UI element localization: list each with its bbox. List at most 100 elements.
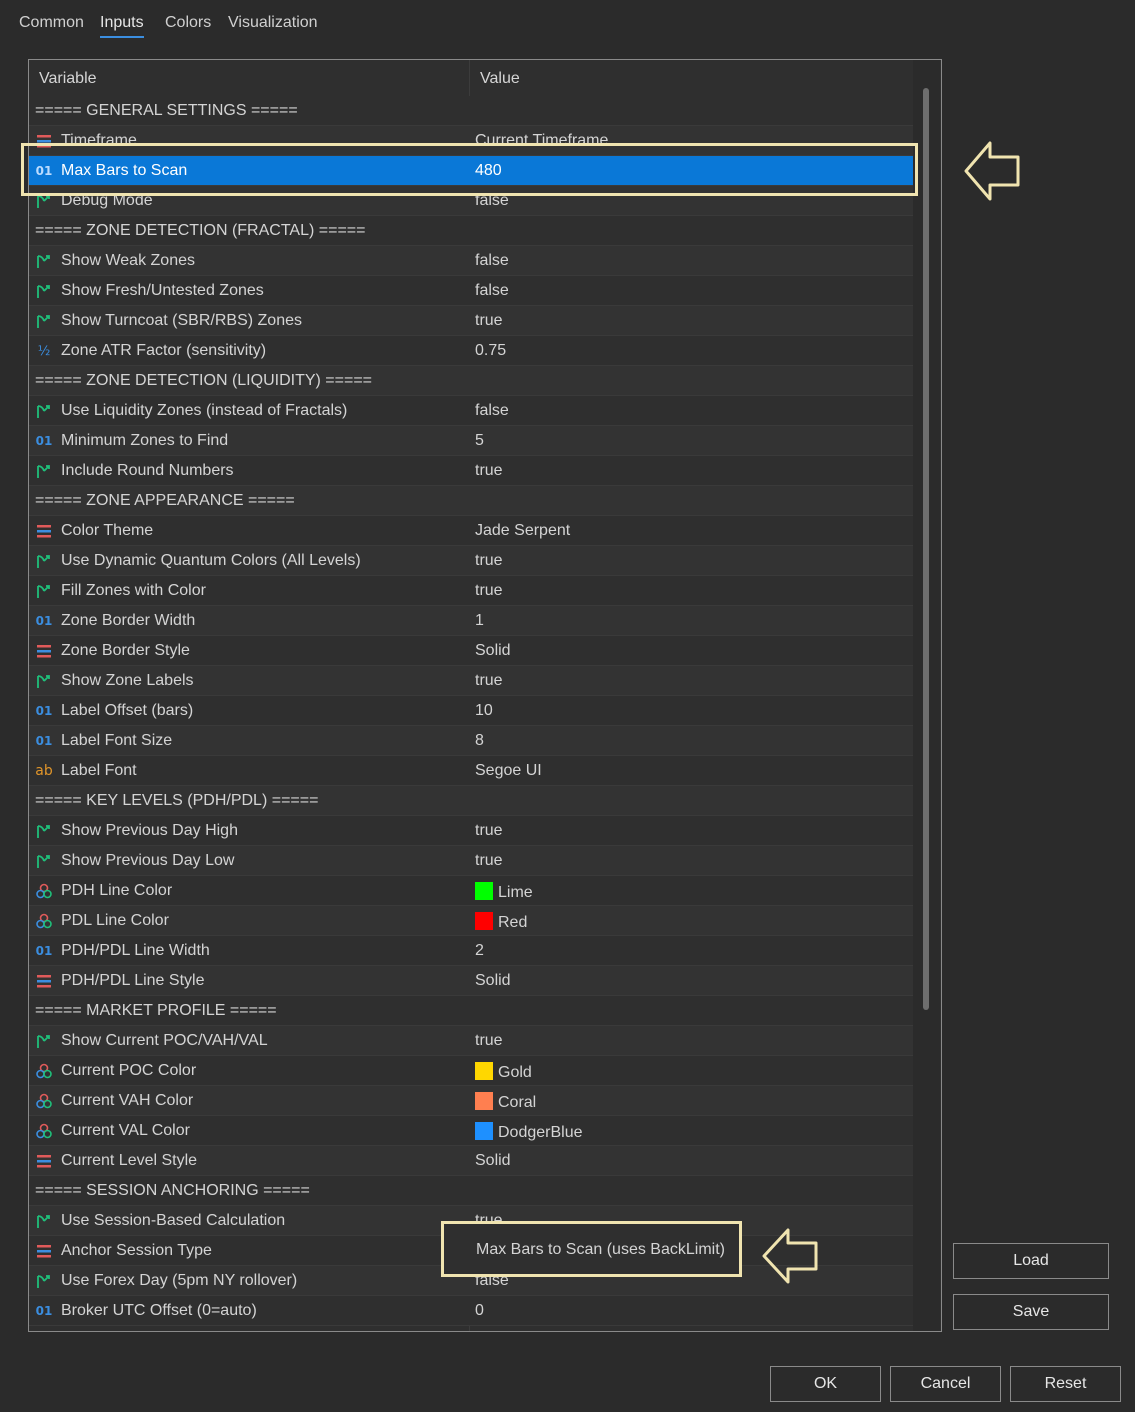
tab-visualization[interactable]: Visualization — [228, 14, 318, 32]
value-cell[interactable]: Coral — [475, 1092, 536, 1112]
value-cell[interactable]: 5 — [475, 432, 484, 450]
table-row[interactable]: Include Round Numbers true — [29, 456, 913, 486]
variable-name: Zone Border Style — [61, 642, 190, 659]
table-row[interactable]: Zone Border Style Solid — [29, 636, 913, 666]
value-cell[interactable]: true — [475, 1032, 503, 1050]
value-cell[interactable]: true — [475, 822, 503, 840]
section-row[interactable]: ===== ZONE DETECTION (FRACTAL) ===== — [29, 216, 913, 246]
table-row[interactable]: Show Zone Labels true — [29, 666, 913, 696]
variable-name: Timeframe — [61, 132, 137, 149]
value-cell[interactable]: true — [475, 672, 503, 690]
value-cell[interactable]: false — [475, 252, 509, 270]
tab-common[interactable]: Common — [19, 14, 84, 32]
table-row[interactable]: PDL Line Color Red — [29, 906, 913, 936]
table-row[interactable]: PDH Line Color Lime — [29, 876, 913, 906]
variable-name: Use Session-Based Calculation — [61, 1212, 286, 1229]
column-header-variable[interactable]: Variable — [39, 70, 97, 88]
section-row[interactable]: ===== GENERAL SETTINGS ===== — [29, 96, 913, 126]
value-cell[interactable]: false — [475, 192, 509, 210]
value-cell[interactable]: 8 — [475, 732, 484, 750]
table-row[interactable]: Current VAL Color DodgerBlue — [29, 1116, 913, 1146]
table-row[interactable]: Current POC Color Gold — [29, 1056, 913, 1086]
save-button[interactable]: Save — [953, 1294, 1109, 1330]
value-cell[interactable]: 2 — [475, 942, 484, 960]
variable-name: Max Bars to Scan — [61, 162, 188, 179]
value-cell[interactable]: Solid — [475, 642, 511, 660]
ok-button[interactable]: OK — [770, 1366, 881, 1402]
table-row[interactable]: Use Dynamic Quantum Colors (All Levels) t… — [29, 546, 913, 576]
variable-name: Current POC Color — [61, 1062, 197, 1079]
value-cell[interactable]: false — [475, 1272, 509, 1290]
table-row[interactable]: 01 Label Font Size 8 — [29, 726, 913, 756]
value-cell[interactable]: 1 — [475, 612, 484, 630]
table-row[interactable]: Current Level Style Solid — [29, 1146, 913, 1176]
scrollbar-thumb[interactable] — [923, 88, 929, 1010]
value-cell[interactable]: true — [475, 582, 503, 600]
table-row[interactable]: PDH/PDL Line Style Solid — [29, 966, 913, 996]
value-cell[interactable]: true — [475, 552, 503, 570]
value-cell[interactable]: true — [475, 462, 503, 480]
value-cell[interactable]: Jade Serpent — [475, 522, 570, 540]
reset-button[interactable]: Reset — [1010, 1366, 1121, 1402]
value-text: true — [475, 582, 503, 599]
table-row[interactable]: 01 Zone Border Width 1 — [29, 606, 913, 636]
value-cell[interactable]: true — [475, 1212, 503, 1230]
value-cell[interactable]: Solid — [475, 972, 511, 990]
table-row[interactable]: Show Current POC/VAH/VAL true — [29, 1026, 913, 1056]
variable-name: Show Turncoat (SBR/RBS) Zones — [61, 312, 302, 329]
value-cell[interactable]: DodgerBlue — [475, 1122, 583, 1142]
table-row[interactable]: 01 Label Offset (bars) 10 — [29, 696, 913, 726]
section-row[interactable]: ===== KEY LEVELS (PDH/PDL) ===== — [29, 786, 913, 816]
table-row[interactable]: Show Weak Zones false — [29, 246, 913, 276]
table-row[interactable]: ½ Zone ATR Factor (sensitivity) 0.75 — [29, 336, 913, 366]
value-cell[interactable]: Segoe UI — [475, 762, 542, 780]
value-cell[interactable]: 0.75 — [475, 342, 506, 360]
table-row[interactable]: 01 Minimum Zones to Find 5 — [29, 426, 913, 456]
table-row[interactable]: Show Previous Day High true — [29, 816, 913, 846]
table-row[interactable]: 01 Broker UTC Offset (0=auto) 0 — [29, 1296, 913, 1326]
value-cell[interactable]: Solid — [475, 1152, 511, 1170]
value-cell[interactable]: false — [475, 402, 509, 420]
section-title: ===== GENERAL SETTINGS ===== — [35, 102, 298, 119]
table-row[interactable]: 01 Max Bars to Scan 480 — [29, 156, 913, 186]
section-row[interactable]: ===== SESSION ANCHORING ===== — [29, 1176, 913, 1206]
inputs-grid[interactable]: Variable Value ===== GENERAL SETTINGS ==… — [28, 59, 942, 1332]
value-cell[interactable]: Gold — [475, 1062, 532, 1082]
column-header-value[interactable]: Value — [480, 70, 520, 88]
tab-inputs[interactable]: Inputs — [100, 14, 144, 38]
value-cell[interactable]: 480 — [475, 162, 502, 180]
table-row[interactable]: Show Fresh/Untested Zones false — [29, 276, 913, 306]
value-text: 5 — [475, 432, 484, 449]
value-text: Current Timeframe — [475, 132, 609, 149]
value-cell[interactable]: Red — [475, 912, 527, 932]
value-cell[interactable]: 0 — [475, 1302, 484, 1320]
section-row[interactable]: ===== MARKET PROFILE ===== — [29, 996, 913, 1026]
section-row[interactable]: ===== ZONE DETECTION (LIQUIDITY) ===== — [29, 366, 913, 396]
value-cell[interactable]: false — [475, 282, 509, 300]
table-row[interactable]: Timeframe Current Timeframe — [29, 126, 913, 156]
variable-name: Anchor Session Type — [61, 1242, 212, 1259]
load-button[interactable]: Load — [953, 1243, 1109, 1279]
value-cell[interactable]: true — [475, 852, 503, 870]
tab-colors[interactable]: Colors — [165, 14, 211, 32]
table-row[interactable]: Show Turncoat (SBR/RBS) Zones true — [29, 306, 913, 336]
table-row[interactable]: Debug Mode false — [29, 186, 913, 216]
value-cell[interactable]: Current Timeframe — [475, 132, 608, 150]
value-cell[interactable]: true — [475, 312, 503, 330]
table-row[interactable]: Use Liquidity Zones (instead of Fractals… — [29, 396, 913, 426]
bool-type-icon — [35, 1032, 53, 1050]
table-row[interactable]: Current VAH Color Coral — [29, 1086, 913, 1116]
value-cell[interactable]: 10 — [475, 702, 493, 720]
table-row[interactable]: Color Theme Jade Serpent — [29, 516, 913, 546]
enum-type-icon — [35, 1152, 53, 1170]
table-row[interactable]: ab Label Font Segoe UI — [29, 756, 913, 786]
section-title: ===== KEY LEVELS (PDH/PDL) ===== — [35, 792, 319, 809]
section-row[interactable]: ===== ZONE APPEARANCE ===== — [29, 486, 913, 516]
cancel-button[interactable]: Cancel — [890, 1366, 1001, 1402]
value-cell[interactable]: Lime — [475, 882, 533, 902]
table-row[interactable]: 01 PDH/PDL Line Width 2 — [29, 936, 913, 966]
string-type-icon: ab — [35, 763, 53, 779]
table-row[interactable]: Fill Zones with Color true — [29, 576, 913, 606]
vertical-scrollbar[interactable] — [913, 60, 940, 1331]
table-row[interactable]: Show Previous Day Low true — [29, 846, 913, 876]
